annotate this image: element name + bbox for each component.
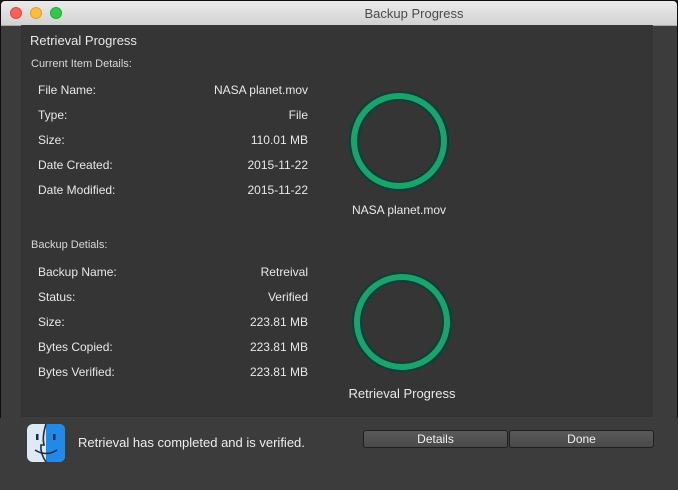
backup-size-value: 223.81 MB bbox=[249, 315, 308, 329]
backup-progress-ring bbox=[352, 272, 452, 372]
current-item-section-label: Current Item Details: bbox=[31, 58, 132, 70]
size-label: Size: bbox=[38, 133, 65, 147]
item-ring-caption: NASA planet.mov bbox=[351, 203, 447, 217]
status-value: Verified bbox=[267, 290, 308, 304]
backup-name-label: Backup Name: bbox=[38, 265, 117, 279]
page-heading: Retrieval Progress bbox=[30, 33, 137, 48]
bytes-copied-value: 223.81 MB bbox=[249, 340, 308, 354]
finder-icon bbox=[27, 423, 65, 463]
bottom-bar bbox=[0, 418, 678, 490]
bytes-copied-label: Bytes Copied: bbox=[38, 340, 113, 354]
details-panel bbox=[21, 25, 653, 417]
backup-ring-caption: Retrieval Progress bbox=[348, 386, 456, 401]
status-message: Retrieval has completed and is verified. bbox=[78, 435, 305, 450]
file-name-value: NASA planet.mov bbox=[213, 83, 308, 97]
backup-name-value: Retreival bbox=[260, 265, 308, 279]
backup-section-label: Backup Detials: bbox=[31, 239, 108, 251]
bytes-verified-label: Bytes Verified: bbox=[38, 365, 115, 379]
window-title: Backup Progress bbox=[364, 6, 464, 21]
file-name-label: File Name: bbox=[38, 83, 97, 97]
details-button[interactable]: Details bbox=[363, 430, 508, 448]
title-bar: Backup Progress bbox=[1, 1, 677, 26]
date-modified-value: 2015-11-22 bbox=[247, 183, 309, 197]
bytes-verified-value: 223.81 MB bbox=[249, 365, 308, 379]
status-label: Status: bbox=[38, 290, 76, 304]
date-modified-label: Date Modified: bbox=[38, 183, 116, 197]
date-created-label: Date Created: bbox=[38, 158, 113, 172]
done-button[interactable]: Done bbox=[509, 430, 654, 448]
date-created-value: 2015-11-22 bbox=[247, 158, 309, 172]
size-value: 110.01 MB bbox=[250, 133, 308, 147]
type-value: File bbox=[288, 108, 308, 122]
item-progress-ring bbox=[349, 91, 449, 191]
type-label: Type: bbox=[38, 108, 68, 122]
backup-size-label: Size: bbox=[38, 315, 65, 329]
